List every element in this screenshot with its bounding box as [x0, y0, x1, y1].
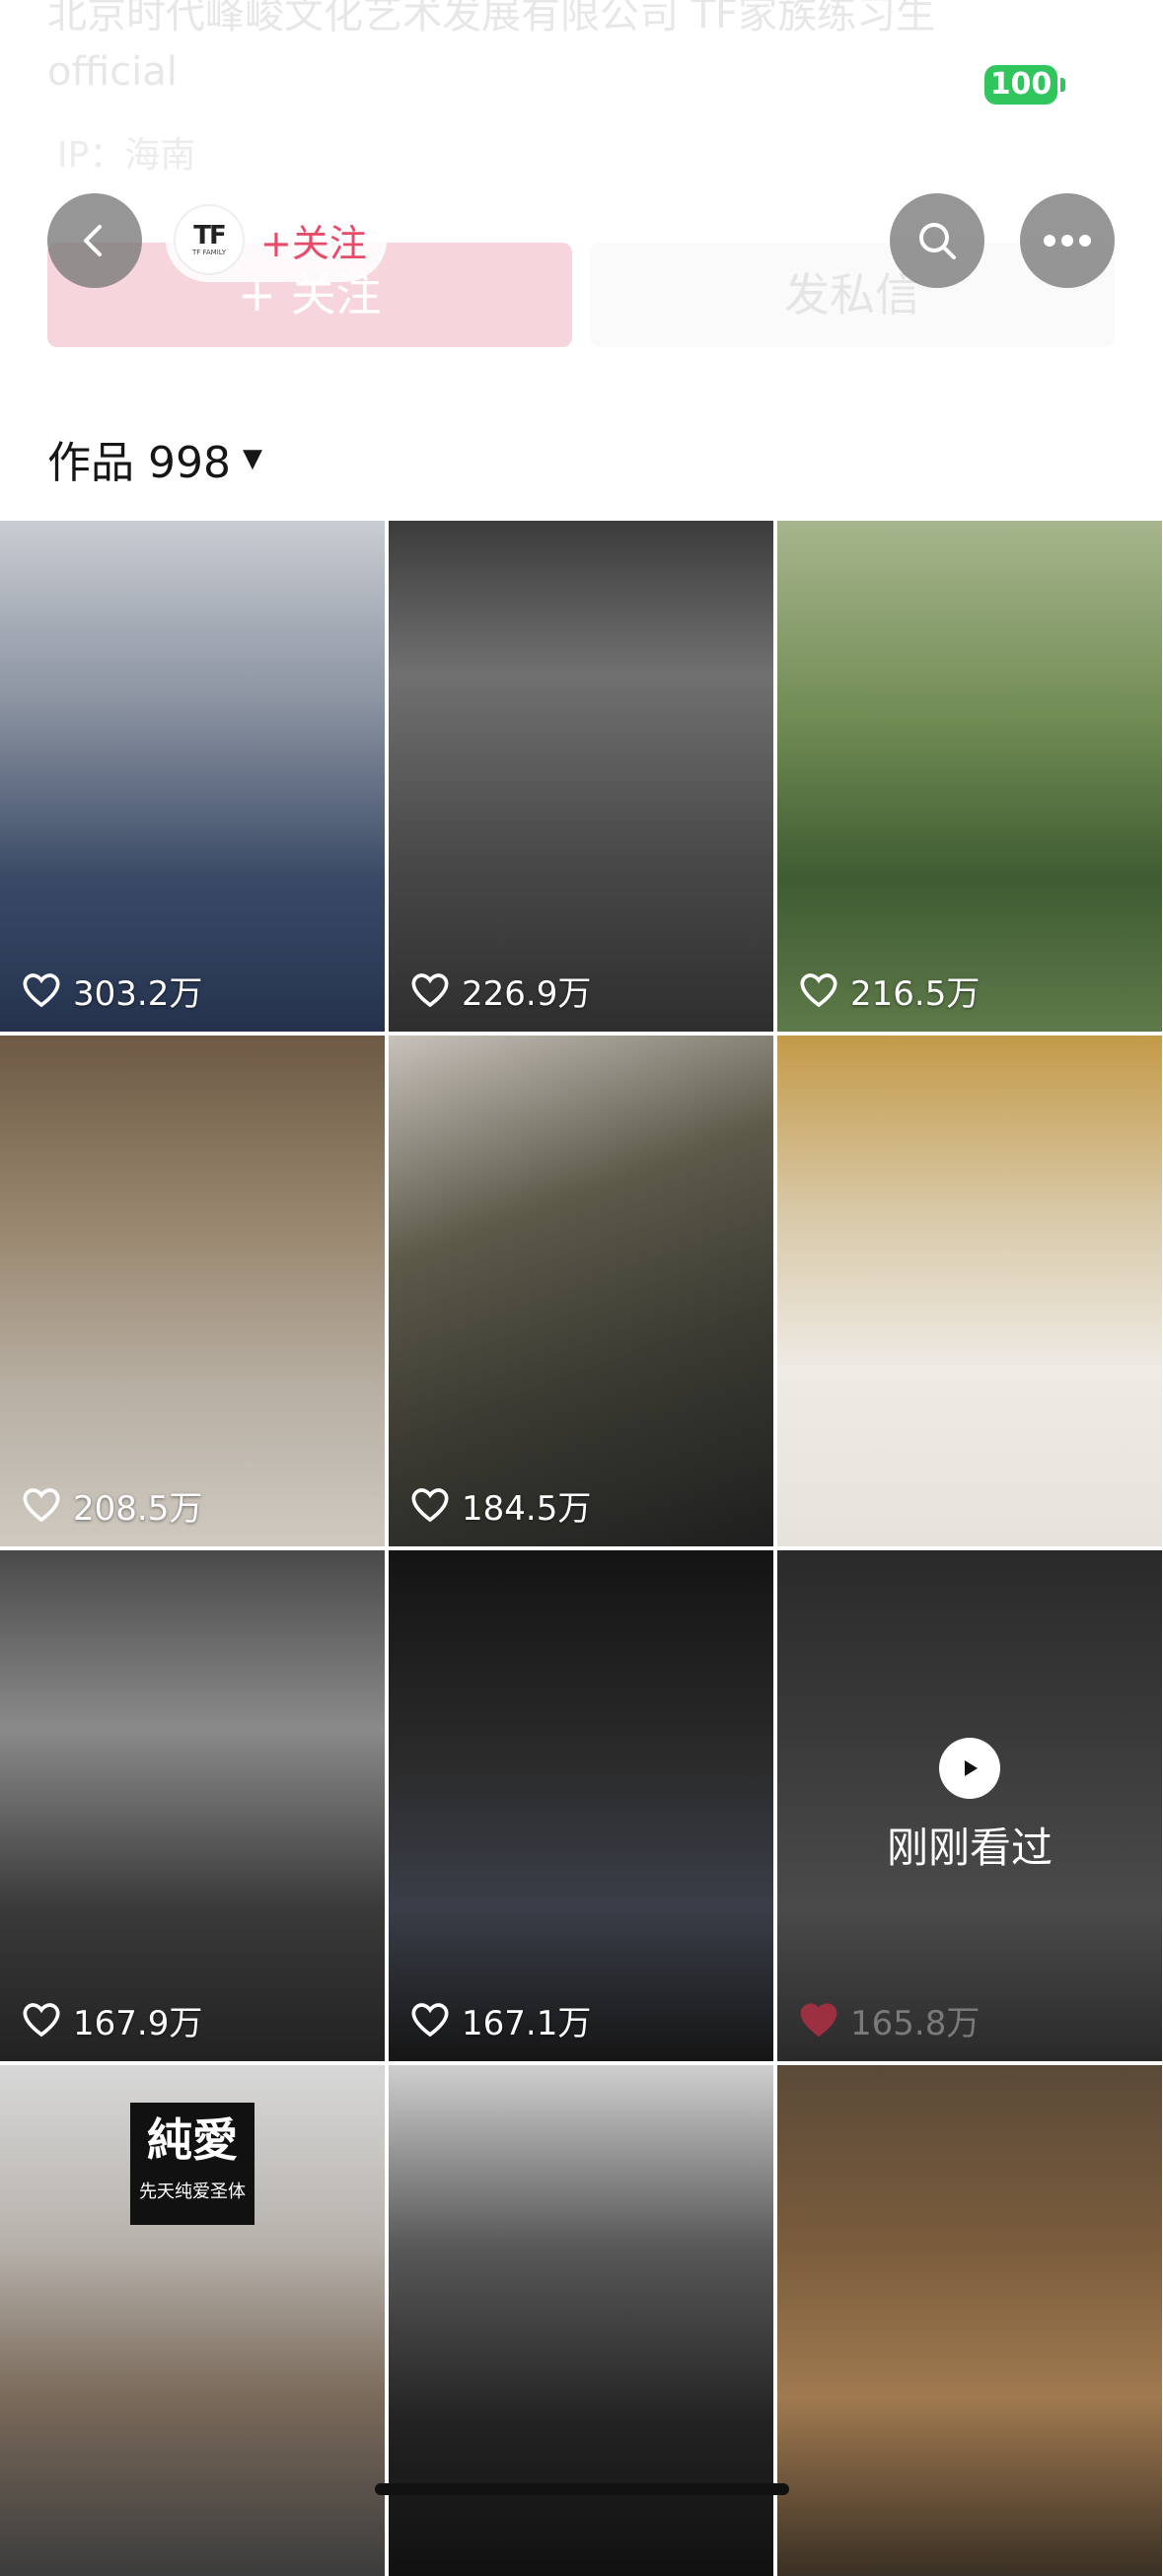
heart-icon: [23, 1488, 60, 1523]
video-tile[interactable]: 純愛 先天纯爱圣体: [0, 2065, 385, 2576]
heart-icon: [411, 973, 449, 1008]
search-icon: [919, 223, 956, 259]
video-tile[interactable]: 167.1万: [389, 1550, 773, 2061]
like-count-text: 208.5万: [73, 1488, 203, 1529]
video-tile[interactable]: 303.2万: [0, 521, 385, 1032]
video-thumbnail: [389, 521, 773, 1032]
video-tile[interactable]: 184.5万: [389, 1036, 773, 1546]
home-indicator[interactable]: [375, 2483, 789, 2495]
like-count-text: 226.9万: [462, 973, 592, 1014]
video-tile[interactable]: [777, 1036, 1162, 1546]
video-thumbnail: [389, 1550, 773, 2061]
video-thumbnail: [777, 521, 1162, 1032]
like-count: 184.5万: [410, 1483, 592, 1529]
play-icon[interactable]: [939, 1738, 1000, 1799]
like-count: 167.9万: [22, 1998, 203, 2043]
heart-icon: [800, 973, 837, 1008]
like-count-text: 216.5万: [850, 973, 981, 1014]
video-tile[interactable]: 刚刚看过 165.8万: [777, 1550, 1162, 2061]
battery-indicator: 100: [984, 65, 1065, 105]
video-thumbnail: [777, 2065, 1162, 2576]
like-count-text: 165.8万: [850, 2003, 981, 2043]
ip-location: IP：海南: [57, 135, 196, 176]
recently-watched-label: 刚刚看过: [886, 1824, 1053, 1872]
sticker-subtitle: 先天纯爱圣体: [139, 2182, 246, 2202]
chevron-left-icon: [84, 225, 102, 256]
like-count-text: 167.9万: [73, 2003, 203, 2043]
profile-header-bg: 北京时代峰峻文化艺术发展有限公司 TF家族练习生 official IP：海南 …: [0, 0, 1163, 355]
avatar[interactable]: TF TF FAMILY: [174, 204, 245, 275]
video-tile[interactable]: 167.9万: [0, 1550, 385, 2061]
sticker-overlay: 純愛 先天纯爱圣体: [130, 2103, 254, 2225]
heart-filled-icon: [800, 2003, 837, 2038]
avatar-logo-caption: TF FAMILY: [191, 248, 227, 256]
follow-button[interactable]: +关注: [260, 213, 367, 267]
video-thumbnail: [389, 1036, 773, 1546]
video-tile[interactable]: 208.5万: [0, 1036, 385, 1546]
video-thumbnail: [0, 1036, 385, 1546]
like-count: 208.5万: [22, 1483, 203, 1529]
works-count-label: 作品 998: [47, 438, 231, 488]
like-count-text: 167.1万: [462, 2003, 592, 2043]
heart-icon: [23, 2003, 60, 2038]
like-count: 303.2万: [22, 968, 203, 1014]
like-count: 226.9万: [410, 968, 592, 1014]
more-icon: [1044, 235, 1091, 247]
back-button[interactable]: [47, 193, 142, 288]
video-thumbnail: [0, 521, 385, 1032]
video-tile[interactable]: 226.9万: [389, 521, 773, 1032]
avatar-logo: TF: [193, 220, 226, 250]
video-tile[interactable]: [389, 2065, 773, 2576]
video-thumbnail: [389, 2065, 773, 2576]
video-thumbnail: [0, 1550, 385, 2061]
like-count: 165.8万: [799, 1998, 981, 2043]
works-tab[interactable]: 作品 998 ▼: [47, 424, 262, 493]
like-count: 167.1万: [410, 1998, 592, 2043]
like-count-text: 184.5万: [462, 1488, 592, 1529]
video-tile[interactable]: 216.5万: [777, 521, 1162, 1032]
heart-icon: [23, 973, 60, 1008]
heart-icon: [411, 1488, 449, 1523]
search-button[interactable]: [890, 193, 984, 288]
video-tile[interactable]: [777, 2065, 1162, 2576]
recently-watched-overlay: 刚刚看过: [777, 1738, 1162, 1875]
nav-follow-pill[interactable]: TF TF FAMILY +关注: [166, 197, 387, 282]
like-count-text: 303.2万: [73, 973, 203, 1014]
caret-down-icon: ▼: [242, 444, 262, 473]
account-name: 北京时代峰峻文化艺术发展有限公司 TF家族练习生 official: [47, 0, 936, 95]
heart-icon: [411, 2003, 449, 2038]
play-triangle-icon: [965, 1760, 978, 1776]
like-count: 216.5万: [799, 968, 981, 1014]
video-thumbnail: [777, 1036, 1162, 1546]
sticker-title: 純愛: [147, 2113, 238, 2167]
more-button[interactable]: [1020, 193, 1115, 288]
